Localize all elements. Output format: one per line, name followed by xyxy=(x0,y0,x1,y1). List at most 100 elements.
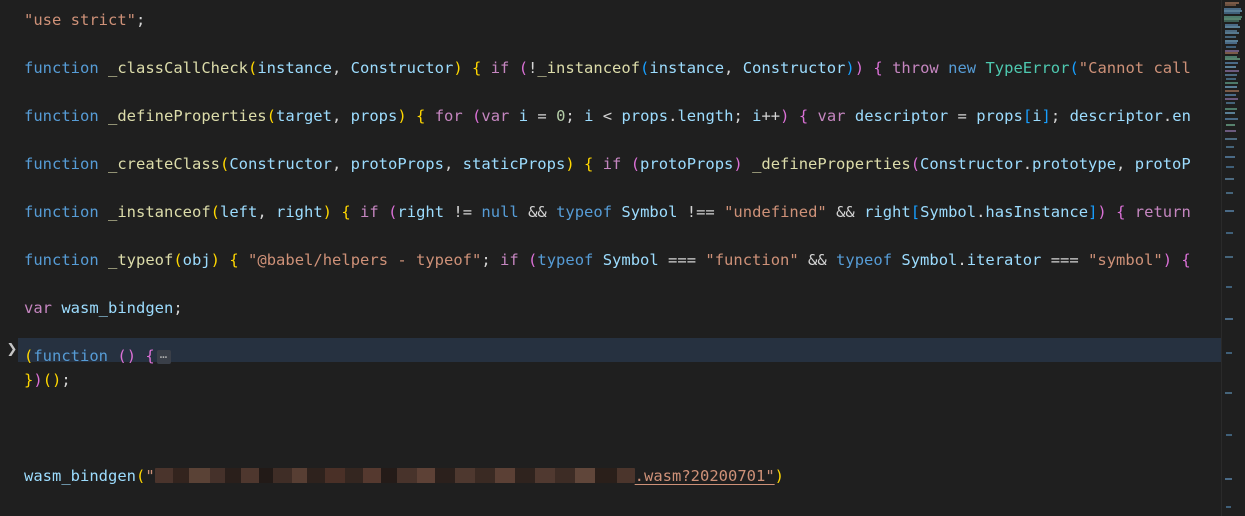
code-line-3[interactable]: function _defineProperties(target, props… xyxy=(0,104,1191,128)
code-token: , xyxy=(331,155,351,173)
minimap-row xyxy=(1225,90,1239,92)
code-line-text: function _typeof(obj) { "@babel/helpers … xyxy=(0,248,1191,272)
code-token: ( xyxy=(117,347,127,365)
code-token: function xyxy=(24,203,99,221)
code-token: _createClass xyxy=(108,155,220,173)
code-token: i xyxy=(518,107,529,125)
fold-ellipsis-badge[interactable]: ⋯ xyxy=(156,350,171,364)
minimap-row xyxy=(1225,478,1232,480)
code-line-text: wasm_bindgen(" .wasm?20200701") xyxy=(0,464,784,488)
code-token: right xyxy=(276,203,323,221)
code-token: props xyxy=(350,107,398,125)
code-line-8[interactable]: })(); xyxy=(0,368,71,392)
code-token: ++ xyxy=(761,107,781,125)
minimap-row xyxy=(1225,86,1237,88)
editor-text-area[interactable]: ❯ "use strict"; function _classCallCheck(… xyxy=(0,0,1222,516)
minimap-row xyxy=(1225,112,1235,114)
code-token: descriptor xyxy=(1069,107,1163,125)
minimap-row xyxy=(1225,108,1237,110)
code-token: ) xyxy=(322,203,333,221)
code-token: , xyxy=(443,155,463,173)
minimap-row xyxy=(1225,36,1236,38)
minimap-row xyxy=(1226,286,1232,288)
code-token: function xyxy=(24,155,99,173)
code-token: === xyxy=(1041,251,1089,269)
code-token: { xyxy=(584,155,594,173)
code-token: ) xyxy=(845,59,855,77)
redacted-code-line[interactable]: wasm_bindgen(" .wasm?20200701") xyxy=(0,464,784,488)
code-token: protoP xyxy=(1134,155,1191,173)
code-token: { xyxy=(1181,251,1191,269)
code-line-5[interactable]: function _instanceof(left, right) { if (… xyxy=(0,200,1191,224)
code-token: { xyxy=(472,59,482,77)
minimap-row xyxy=(1226,352,1232,354)
minimap-row xyxy=(1224,12,1240,14)
code-token: !== xyxy=(677,203,725,221)
code-token: instance xyxy=(649,59,725,77)
code-line-6[interactable]: function _typeof(obj) { "@babel/helpers … xyxy=(0,248,1191,272)
minimap-row xyxy=(1225,118,1238,120)
code-token: length xyxy=(677,107,734,125)
code-token: ) xyxy=(397,107,407,125)
code-token: Constructor xyxy=(920,155,1023,173)
code-token: && xyxy=(826,203,865,221)
code-token: , xyxy=(1116,155,1135,173)
code-token: ( xyxy=(135,467,146,485)
code-token: ) xyxy=(33,371,43,389)
code-token: ( xyxy=(210,203,220,221)
minimap-row xyxy=(1225,58,1240,60)
code-token: wasm_bindgen xyxy=(24,467,136,485)
code-line-4[interactable]: function _createClass ( Constructor, proto… xyxy=(0,152,1191,176)
minimap-row xyxy=(1225,98,1238,100)
code-token: ( xyxy=(630,155,641,173)
code-token: iterator xyxy=(966,251,1042,269)
code-token: ( xyxy=(24,347,34,365)
code-token: , xyxy=(331,107,351,125)
minimap[interactable] xyxy=(1221,0,1245,516)
minimap-row xyxy=(1226,102,1235,104)
code-token: function xyxy=(24,107,99,125)
minimap-row xyxy=(1225,82,1238,84)
code-token: "function" xyxy=(705,251,799,269)
minimap-row xyxy=(1225,4,1236,6)
code-line-1[interactable]: "use strict"; xyxy=(0,8,145,32)
folded-code-line[interactable]: (function () {⋯ xyxy=(0,344,171,368)
code-editor-window: ❯ "use strict"; function _classCallCheck(… xyxy=(0,0,1245,516)
code-token: ( xyxy=(472,107,482,125)
code-token: var xyxy=(24,299,52,317)
minimap-row xyxy=(1225,178,1234,180)
redacted-file-path[interactable] xyxy=(154,468,635,483)
code-line-text: var wasm_bindgen; xyxy=(0,296,183,320)
minimap-row xyxy=(1225,52,1238,54)
code-token: ) xyxy=(733,155,743,173)
active-line-highlight xyxy=(18,338,1222,362)
minimap-row xyxy=(1225,138,1237,140)
wasm-url-suffix[interactable]: .wasm?20200701" xyxy=(635,467,775,485)
code-token: i xyxy=(1032,107,1042,125)
code-token: " xyxy=(145,467,155,485)
code-token: "symbol" xyxy=(1088,251,1163,269)
minimap-row xyxy=(1225,130,1236,132)
code-token: _classCallCheck xyxy=(108,59,248,77)
code-token: var xyxy=(817,107,846,125)
code-token: ( xyxy=(388,203,398,221)
code-token: props xyxy=(976,107,1023,125)
code-token: ! xyxy=(528,59,538,77)
code-token: target xyxy=(275,107,332,125)
code-line-text: })(); xyxy=(0,368,71,392)
minimap-row xyxy=(1225,42,1237,44)
code-line-2[interactable]: function _classCallCheck(instance, Const… xyxy=(0,56,1191,80)
code-token: en xyxy=(1172,107,1191,125)
minimap-row xyxy=(1226,192,1233,194)
code-token: ) xyxy=(565,155,575,173)
code-line-7[interactable]: var wasm_bindgen; xyxy=(0,296,183,320)
code-token: staticProps xyxy=(462,155,566,173)
code-token: Symbol xyxy=(901,251,958,269)
